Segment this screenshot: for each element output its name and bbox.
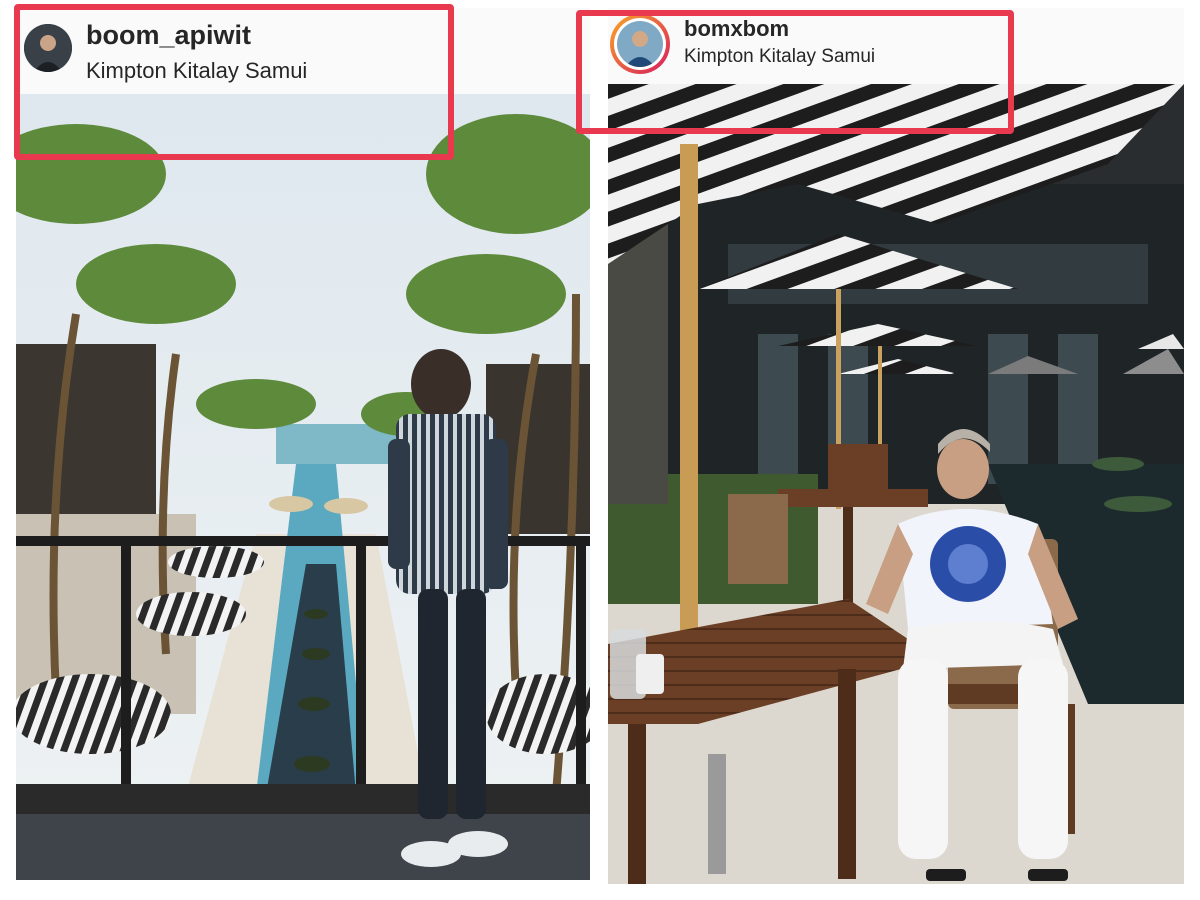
location-label[interactable]: Kimpton Kitalay Samui bbox=[684, 46, 875, 68]
location-label[interactable]: Kimpton Kitalay Samui bbox=[86, 58, 307, 84]
resort-restaurant-photo bbox=[608, 84, 1184, 884]
resort-balcony-photo bbox=[16, 94, 590, 880]
username-label[interactable]: boom_apiwit bbox=[86, 20, 251, 51]
username-label[interactable]: bomxbom bbox=[684, 16, 789, 42]
avatar-icon[interactable] bbox=[24, 24, 72, 72]
post-header-right: bomxbom Kimpton Kitalay Samui bbox=[608, 8, 1184, 84]
avatar-icon-story-ring[interactable] bbox=[610, 14, 670, 74]
post-card-left: boom_apiwit Kimpton Kitalay Samui bbox=[16, 8, 590, 880]
post-header-left: boom_apiwit Kimpton Kitalay Samui bbox=[16, 8, 590, 94]
post-card-right: bomxbom Kimpton Kitalay Samui bbox=[608, 8, 1184, 884]
